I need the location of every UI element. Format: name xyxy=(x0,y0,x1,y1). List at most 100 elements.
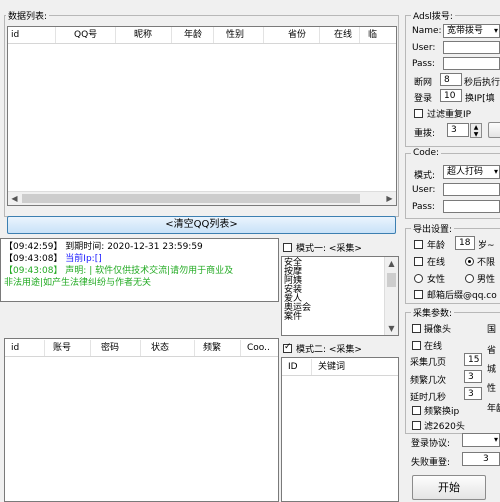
log-line: 【09:43:08】 声明: | 软件仅供技术交流|请勿用于商业及 xyxy=(4,265,276,277)
retry-input[interactable]: 3 xyxy=(462,452,500,466)
col-qq[interactable]: QQ号 xyxy=(56,27,116,43)
age-checkbox[interactable] xyxy=(414,240,423,249)
spin-down-icon[interactable]: ▼ xyxy=(471,131,481,138)
city-label: 城 xyxy=(487,365,497,375)
male-radio[interactable] xyxy=(465,274,474,283)
collect-age-label: 年龄 xyxy=(487,404,500,414)
col-temp[interactable]: 临 xyxy=(360,27,396,43)
unlimited-radio[interactable] xyxy=(465,257,474,266)
freq-ip-checkbox[interactable] xyxy=(412,406,421,415)
adsl-pass-input[interactable] xyxy=(443,57,500,70)
code-pass-input[interactable] xyxy=(443,200,500,213)
filter-duplicate-ip-label: 过滤重复IP xyxy=(427,110,472,120)
redial-label: 重拨: xyxy=(414,129,436,139)
female-radio[interactable] xyxy=(414,274,423,283)
age-input[interactable]: 18 xyxy=(455,236,475,250)
mode2-keyword-table[interactable]: ID 关键词 xyxy=(281,357,399,502)
adsl-user-label: User: xyxy=(412,43,436,53)
col-frequent[interactable]: 频繁 xyxy=(195,339,241,356)
disconnect-label: 断网 xyxy=(414,78,433,88)
protocol-dropdown[interactable] xyxy=(462,433,500,447)
filter-2620-checkbox[interactable] xyxy=(412,421,421,430)
col-account[interactable]: 账号 xyxy=(45,339,91,356)
adsl-pass-label: Pass: xyxy=(412,59,435,69)
col-gender[interactable]: 性别 xyxy=(214,27,264,43)
mode1-vscrollbar[interactable]: ▲ ▼ xyxy=(384,257,398,335)
freq-input[interactable]: 3 xyxy=(464,370,482,383)
country-label: 国 xyxy=(487,325,497,335)
pages-label: 采集几页 xyxy=(410,358,447,368)
mode1-checkbox[interactable] xyxy=(283,243,292,252)
scroll-up-icon[interactable]: ▲ xyxy=(385,257,398,270)
scroll-thumb[interactable] xyxy=(387,273,396,287)
col-keyword[interactable]: 关键词 xyxy=(312,359,396,375)
col-id[interactable]: id xyxy=(5,339,45,356)
adsl-title: Adsl拨号: xyxy=(411,9,455,22)
scroll-right-icon[interactable]: ▶ xyxy=(383,192,396,205)
online-checkbox[interactable] xyxy=(414,257,423,266)
freq-label: 频繁几次 xyxy=(410,376,447,386)
clear-qq-list-button[interactable]: <清空QQ列表> xyxy=(7,216,396,234)
qq-table-hscrollbar[interactable]: ◀ ▶ xyxy=(8,191,396,205)
log-time: 【09:42:59】 xyxy=(4,242,63,252)
qq-table-header: id QQ号 昵称 年龄 性别 省份 在线 临 xyxy=(8,27,396,44)
redial-button[interactable] xyxy=(488,122,500,138)
code-title: Code: xyxy=(411,148,442,158)
delay-label: 延时几秒 xyxy=(410,393,447,403)
log-text: 非法用途|如产生法律纠纷与作者无关 xyxy=(4,278,152,288)
freq-ip-label: 频繁换ip xyxy=(424,407,460,417)
col-nickname[interactable]: 昵称 xyxy=(116,27,172,43)
login-count-input[interactable]: 10 xyxy=(440,89,462,102)
filter-duplicate-ip-checkbox[interactable] xyxy=(414,109,423,118)
adsl-name-dropdown[interactable]: 宽带拨号 xyxy=(443,24,500,38)
mode2-table-header: ID 关键词 xyxy=(282,358,398,376)
log-time: 【09:43:08】 xyxy=(4,254,63,264)
col-age[interactable]: 年龄 xyxy=(172,27,214,43)
redial-spinner[interactable]: ▲ ▼ xyxy=(470,123,482,138)
col-password[interactable]: 密码 xyxy=(91,339,141,356)
list-item[interactable]: 案件 xyxy=(284,313,398,322)
age-label: 年龄 xyxy=(427,241,446,251)
qq-data-table[interactable]: id QQ号 昵称 年龄 性别 省份 在线 临 ◀ ▶ xyxy=(7,26,397,206)
delay-input[interactable]: 3 xyxy=(464,387,482,400)
code-mode-label: 模式: xyxy=(414,171,436,181)
redial-input[interactable]: 3 xyxy=(447,123,469,137)
code-user-input[interactable] xyxy=(443,183,500,196)
gender-label: 性 xyxy=(487,384,497,394)
login-label: 登录 xyxy=(414,94,433,104)
adsl-user-input[interactable] xyxy=(443,41,500,54)
mode2-checkbox[interactable] xyxy=(283,342,292,353)
col-status[interactable]: 状态 xyxy=(141,339,195,356)
online-label: 在线 xyxy=(427,258,446,268)
collect-title: 采集参数: xyxy=(411,306,455,319)
retry-label: 失败重登: xyxy=(411,458,451,468)
email-suffix-checkbox[interactable] xyxy=(414,290,423,299)
collect-online-checkbox[interactable] xyxy=(412,341,421,350)
start-button[interactable]: 开始 xyxy=(412,475,486,500)
log-text: 声明: | 软件仅供技术交流|请勿用于商业及 xyxy=(65,266,234,276)
disconnect-seconds-input[interactable]: 8 xyxy=(440,73,462,86)
camera-label: 摄像头 xyxy=(424,325,452,335)
pages-input[interactable]: 15 xyxy=(464,353,482,366)
col-id[interactable]: id xyxy=(8,27,56,43)
log-text: 当前Ip:[] xyxy=(65,254,102,264)
col-online[interactable]: 在线 xyxy=(320,27,360,43)
male-label: 男性 xyxy=(477,275,496,285)
log-box[interactable]: 【09:42:59】 到期时间: 2020-12-31 23:59:59 【09… xyxy=(0,238,279,302)
mode1-keyword-list[interactable]: 安全 按摩 阿姨 安装 爱人 奥运会 案件 ▲ ▼ xyxy=(281,256,399,336)
col-province[interactable]: 省份 xyxy=(264,27,320,43)
scroll-down-icon[interactable]: ▼ xyxy=(385,322,398,335)
log-time: 【09:43:08】 xyxy=(4,266,63,276)
data-list-title: 数据列表: xyxy=(6,9,50,22)
col-id[interactable]: ID xyxy=(282,358,312,375)
account-table[interactable]: id 账号 密码 状态 频繁 Coo.. xyxy=(4,338,279,502)
code-pass-label: Pass: xyxy=(412,202,435,212)
log-text: 到期时间: 2020-12-31 23:59:59 xyxy=(65,242,203,252)
code-mode-dropdown[interactable]: 超人打码 xyxy=(443,165,500,179)
scroll-left-icon[interactable]: ◀ xyxy=(8,192,21,205)
login-suffix: 换IP[填 xyxy=(465,94,495,104)
col-cookie[interactable]: Coo.. xyxy=(241,340,277,356)
camera-checkbox[interactable] xyxy=(412,324,421,333)
scroll-thumb[interactable] xyxy=(22,194,360,203)
disconnect-suffix: 秒后执行 xyxy=(464,78,500,88)
